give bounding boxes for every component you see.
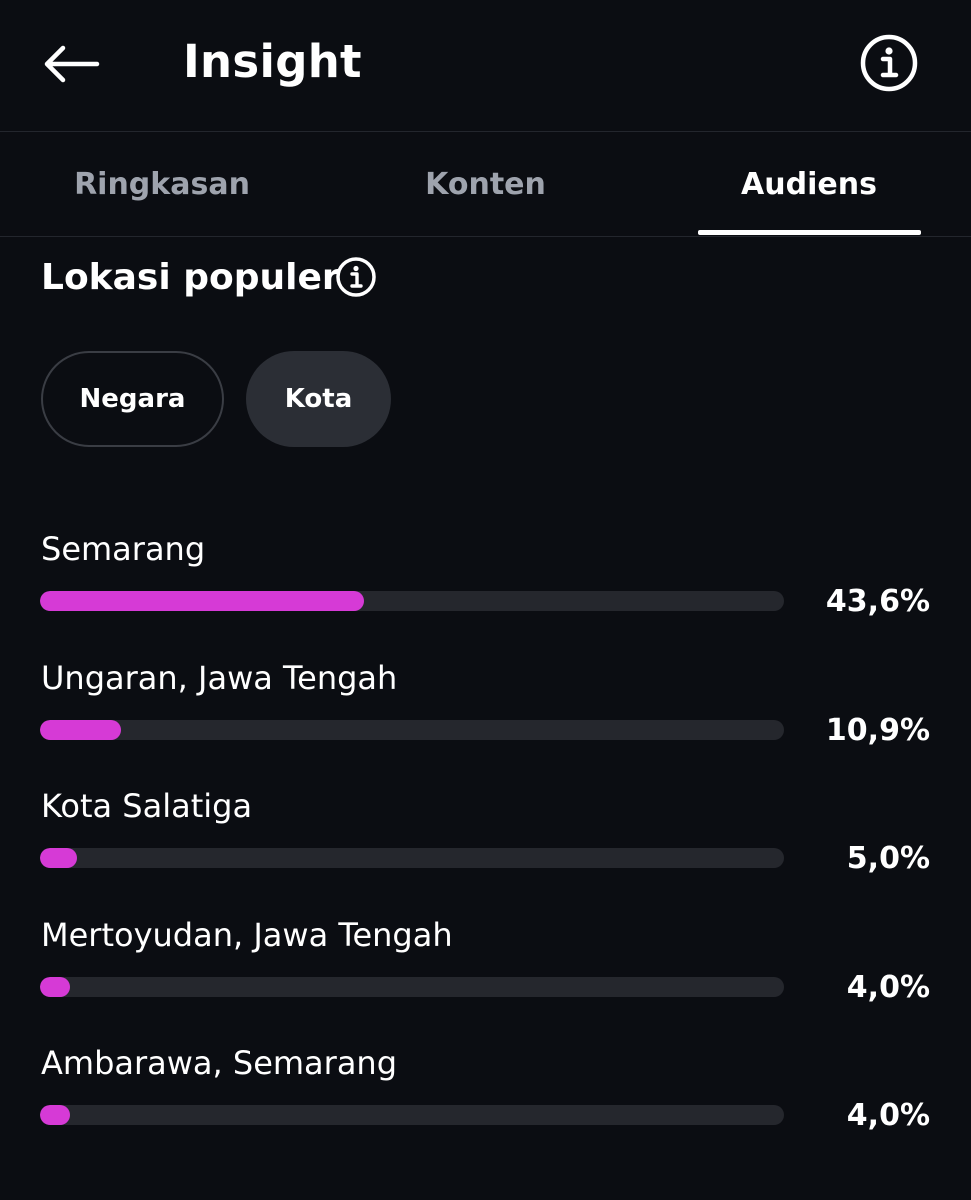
- info-button[interactable]: [858, 32, 920, 94]
- location-percent: 4,0%: [846, 969, 930, 1005]
- info-circle-icon: [860, 34, 918, 92]
- location-name: Kota Salatiga: [41, 787, 253, 825]
- filter-chip-negara[interactable]: Negara: [41, 351, 224, 447]
- active-tab-indicator: [698, 230, 921, 235]
- app-header: Insight: [0, 0, 971, 132]
- progress-bar-track: [40, 719, 784, 740]
- list-item: Ungaran, Jawa Tengah 10,9%: [0, 629, 971, 758]
- list-item: Ambarawa, Semarang 4,0%: [0, 1014, 971, 1143]
- progress-bar-track: [40, 1105, 784, 1125]
- progress-bar-fill: [40, 1105, 70, 1125]
- location-percent: 10,9%: [825, 712, 930, 748]
- arrow-left-icon: [44, 45, 100, 83]
- location-name: Semarang: [41, 530, 206, 568]
- filter-chip-kota[interactable]: Kota: [246, 351, 391, 447]
- list-item: Mertoyudan, Jawa Tengah 4,0%: [0, 886, 971, 1015]
- progress-bar-fill: [40, 591, 365, 611]
- progress-bar-track: [40, 848, 784, 868]
- back-button[interactable]: [36, 33, 106, 95]
- location-percent: 5,0%: [846, 841, 930, 876]
- tab-audiens[interactable]: Audiens: [647, 132, 971, 236]
- location-percent: 43,6%: [825, 584, 930, 619]
- list-item: Semarang 43,6%: [0, 500, 971, 629]
- list-item: Kota Salatiga 5,0%: [0, 757, 971, 886]
- section-title: Lokasi populer: [41, 256, 340, 298]
- progress-bar-track: [40, 591, 784, 611]
- progress-bar-fill: [40, 976, 70, 997]
- page-title: Insight: [183, 35, 362, 88]
- location-name: Ungaran, Jawa Tengah: [41, 658, 398, 697]
- section-info-button[interactable]: [335, 256, 377, 298]
- progress-bar-fill: [40, 719, 122, 740]
- location-percent: 4,0%: [846, 1098, 930, 1133]
- location-name: Mertoyudan, Jawa Tengah: [41, 915, 453, 954]
- tab-konten[interactable]: Konten: [324, 132, 647, 236]
- tab-bar: Ringkasan Konten Audiens: [0, 132, 971, 237]
- progress-bar-fill: [40, 848, 78, 868]
- location-list: Semarang 43,6% Ungaran, Jawa Tengah 10,9…: [0, 500, 971, 1143]
- location-name: Ambarawa, Semarang: [41, 1044, 398, 1082]
- progress-bar-track: [40, 976, 784, 997]
- info-circle-icon: [336, 257, 376, 297]
- tab-ringkasan[interactable]: Ringkasan: [0, 132, 324, 236]
